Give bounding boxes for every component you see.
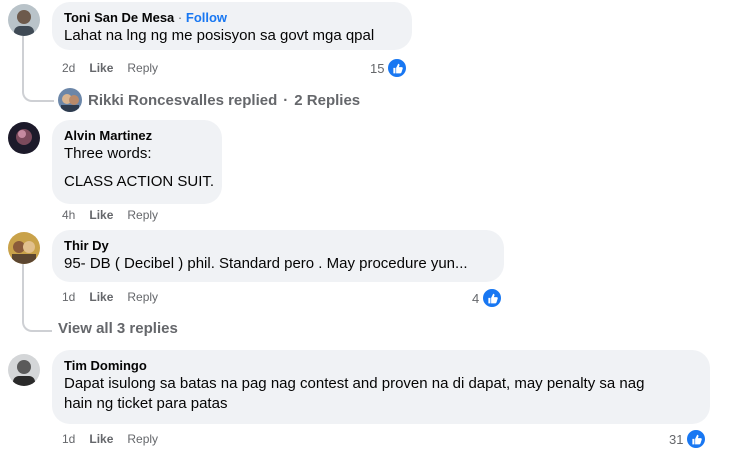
comment-bubble: Thir Dy 95- DB ( Decibel ) phil. Standar… xyxy=(52,230,504,282)
comment-actions: 1d Like Reply xyxy=(62,432,158,446)
reply-button[interactable]: Reply xyxy=(127,432,158,446)
thumbs-up-icon xyxy=(481,287,504,309)
avatar[interactable] xyxy=(8,232,40,264)
thumbs-up-icon xyxy=(386,57,409,79)
comment-bubble: Alvin Martinez Three words: CLASS ACTION… xyxy=(52,120,222,204)
follow-button[interactable]: Follow xyxy=(186,10,227,25)
reply-button[interactable]: Reply xyxy=(127,61,158,75)
comment-text: 95- DB ( Decibel ) phil. Standard pero .… xyxy=(64,255,468,272)
thread-line xyxy=(22,258,24,318)
replies-summary-name: Rikki Roncesvalles replied xyxy=(88,91,278,109)
comment-text: hain ng ticket para patas xyxy=(64,395,228,412)
comment-author[interactable]: Thir Dy xyxy=(64,237,492,254)
replies-count: 2 Replies xyxy=(294,91,361,109)
comment-time[interactable]: 1d xyxy=(62,432,75,446)
thread-curve xyxy=(22,80,54,102)
reply-button[interactable]: Reply xyxy=(127,208,158,222)
comment-author[interactable]: Tim Domingo xyxy=(64,357,698,374)
like-button[interactable]: Like xyxy=(89,61,113,75)
comment-actions: 1d Like Reply xyxy=(62,290,158,304)
comment-time[interactable]: 1d xyxy=(62,290,75,304)
replies-summary-link[interactable]: Rikki Roncesvalles replied · 2 Replies xyxy=(58,88,360,112)
avatar[interactable] xyxy=(8,122,40,154)
avatar xyxy=(58,88,82,112)
comment-author[interactable]: Alvin Martinez xyxy=(64,127,210,144)
avatar[interactable] xyxy=(8,354,40,386)
reply-button[interactable]: Reply xyxy=(127,290,158,304)
like-button[interactable]: Like xyxy=(89,208,113,222)
comment-actions: 4h Like Reply xyxy=(62,208,158,222)
reaction-number: 31 xyxy=(669,431,684,447)
thumbs-up-icon xyxy=(685,428,708,450)
comment-text: Lahat na lng ng me posisyon sa govt mga … xyxy=(64,27,375,44)
comment-bubble: Toni San De Mesa · Follow Lahat na lng n… xyxy=(52,2,412,50)
reaction-count[interactable]: 31 xyxy=(669,428,708,450)
reaction-count[interactable]: 4 xyxy=(472,287,504,309)
comment-author[interactable]: Toni San De Mesa xyxy=(64,10,174,25)
comment-text: Dapat isulong sa batas na pag nag contes… xyxy=(64,375,645,392)
reaction-number: 4 xyxy=(472,290,480,306)
separator-dot: · xyxy=(177,10,183,25)
comment-text: Three words: xyxy=(64,145,152,162)
reaction-count[interactable]: 15 xyxy=(370,57,409,79)
like-button[interactable]: Like xyxy=(89,432,113,446)
comment-time[interactable]: 4h xyxy=(62,208,75,222)
comment-actions: 2d Like Reply xyxy=(62,61,158,75)
separator-dot: · xyxy=(283,91,289,109)
avatar[interactable] xyxy=(8,4,40,36)
thread-curve xyxy=(22,310,52,332)
comment-time[interactable]: 2d xyxy=(62,61,75,75)
view-all-replies-link[interactable]: View all 3 replies xyxy=(58,320,178,337)
comment-text: CLASS ACTION SUIT. xyxy=(64,173,215,190)
like-button[interactable]: Like xyxy=(89,290,113,304)
comment-bubble: Tim Domingo Dapat isulong sa batas na pa… xyxy=(52,350,710,424)
reaction-number: 15 xyxy=(370,60,385,76)
